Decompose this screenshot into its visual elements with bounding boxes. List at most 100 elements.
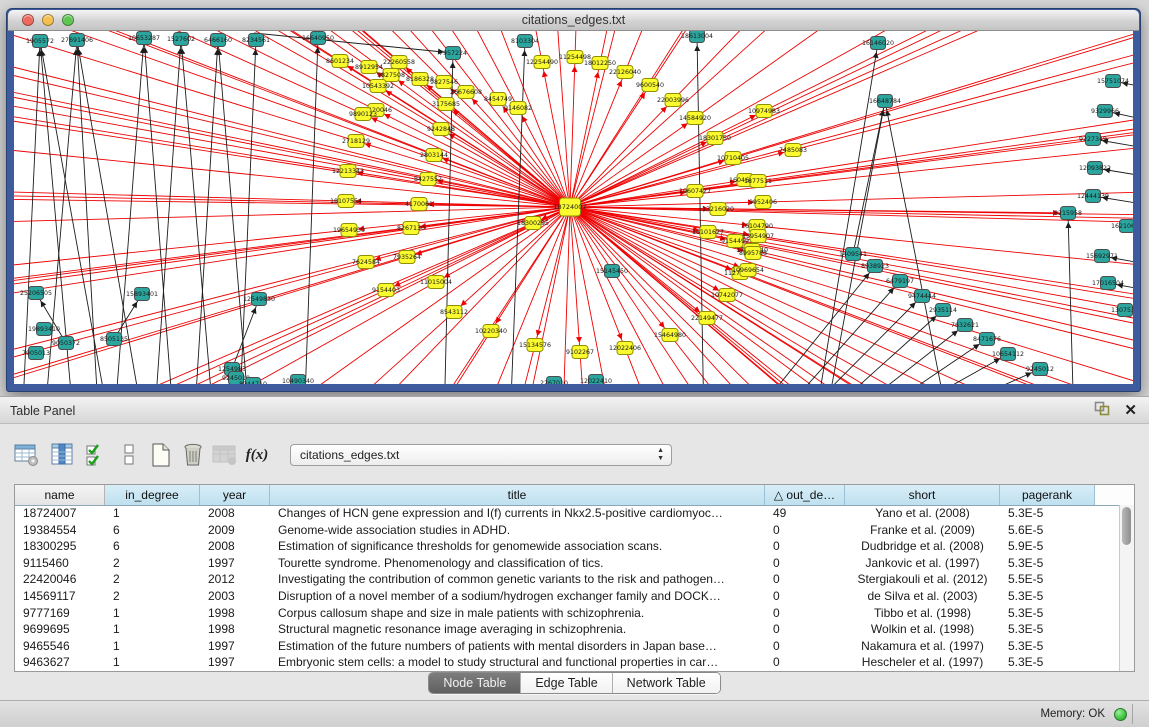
table-cell[interactable]: 5.3E-5 bbox=[1000, 654, 1095, 671]
table-cell[interactable]: 0 bbox=[765, 555, 845, 572]
table-cell[interactable]: 9699695 bbox=[15, 621, 105, 638]
table-cell[interactable]: 1997 bbox=[200, 654, 270, 671]
table-cell[interactable]: 2012 bbox=[200, 571, 270, 588]
table-cell[interactable]: 2009 bbox=[200, 522, 270, 539]
table-cell[interactable]: 9465546 bbox=[15, 638, 105, 655]
memory-ok-indicator[interactable] bbox=[1114, 708, 1127, 721]
column-header-name[interactable]: name bbox=[15, 485, 105, 505]
table-cell[interactable]: Hescheler et al. (1997) bbox=[845, 654, 1000, 671]
table-cell[interactable]: 18300295 bbox=[15, 538, 105, 555]
table-cell[interactable]: Dudbridge et al. (2008) bbox=[845, 538, 1000, 555]
table-cell[interactable]: 18724007 bbox=[15, 505, 105, 522]
table-cell[interactable]: 9777169 bbox=[15, 605, 105, 622]
table-cell[interactable]: 2003 bbox=[200, 588, 270, 605]
table-cell[interactable]: 2008 bbox=[200, 505, 270, 522]
close-panel-icon[interactable]: ✕ bbox=[1124, 402, 1137, 420]
table-cell[interactable]: Disruption of a novel member of a sodium… bbox=[270, 588, 765, 605]
table-cell[interactable]: 1 bbox=[105, 505, 200, 522]
table-mode-icon[interactable] bbox=[12, 440, 42, 470]
table-cell[interactable]: 1997 bbox=[200, 555, 270, 572]
tab-edge-table[interactable]: Edge Table bbox=[521, 673, 612, 693]
tab-node-table[interactable]: Node Table bbox=[429, 673, 521, 693]
window-titlebar[interactable]: citations_edges.txt bbox=[8, 10, 1139, 31]
table-cell[interactable]: 1 bbox=[105, 654, 200, 671]
table-row[interactable]: 1872400712008Changes of HCN gene express… bbox=[15, 505, 1119, 522]
column-header-short[interactable]: short bbox=[845, 485, 1000, 505]
table-cell[interactable]: Embryonic stem cells: a model to study s… bbox=[270, 654, 765, 671]
network-canvas[interactable]: 8601234891295422260558982750881863281054… bbox=[14, 31, 1133, 384]
table-cell[interactable]: 5.3E-5 bbox=[1000, 621, 1095, 638]
table-row[interactable]: 1830029562008Estimation of significance … bbox=[15, 538, 1119, 555]
column-header-year[interactable]: year bbox=[200, 485, 270, 505]
scrollbar-thumb[interactable] bbox=[1122, 507, 1131, 545]
column-header-in_degree[interactable]: in_degree bbox=[105, 485, 200, 505]
table-cell[interactable]: Tibbo et al. (1998) bbox=[845, 605, 1000, 622]
table-cell[interactable]: 0 bbox=[765, 621, 845, 638]
select-all-icon[interactable] bbox=[82, 440, 112, 470]
table-row[interactable]: 946362711997Embryonic stem cells: a mode… bbox=[15, 654, 1119, 671]
delete-column-icon[interactable] bbox=[178, 440, 208, 470]
table-scrollbar[interactable] bbox=[1119, 505, 1134, 671]
table-cell[interactable]: 9463627 bbox=[15, 654, 105, 671]
show-columns-icon[interactable] bbox=[48, 440, 78, 470]
table-row[interactable]: 2242004622012Investigating the contribut… bbox=[15, 571, 1119, 588]
table-cell[interactable]: 0 bbox=[765, 654, 845, 671]
table-cell[interactable]: 5.3E-5 bbox=[1000, 505, 1095, 522]
table-cell[interactable]: Franke et al. (2009) bbox=[845, 522, 1000, 539]
table-cell[interactable]: 5.9E-5 bbox=[1000, 538, 1095, 555]
column-header-out_de[interactable]: △ out_de… bbox=[765, 485, 845, 505]
new-column-icon[interactable] bbox=[146, 440, 176, 470]
tab-network-table[interactable]: Network Table bbox=[613, 673, 720, 693]
table-cell[interactable]: 1998 bbox=[200, 621, 270, 638]
table-cell[interactable]: Stergiakouli et al. (2012) bbox=[845, 571, 1000, 588]
table-row[interactable]: 1456911722003Disruption of a novel membe… bbox=[15, 588, 1119, 605]
table-cell[interactable]: 1997 bbox=[200, 638, 270, 655]
table-row[interactable]: 911546021997Tourette syndrome. Phenomeno… bbox=[15, 555, 1119, 572]
table-cell[interactable]: 2008 bbox=[200, 538, 270, 555]
table-cell[interactable]: 0 bbox=[765, 571, 845, 588]
table-cell[interactable]: Structural magnetic resonance image aver… bbox=[270, 621, 765, 638]
function-builder-icon[interactable]: f(x) bbox=[242, 440, 272, 470]
table-cell[interactable]: Nakamura et al. (1997) bbox=[845, 638, 1000, 655]
table-cell[interactable]: de Silva et al. (2003) bbox=[845, 588, 1000, 605]
table-cell[interactable]: 2 bbox=[105, 555, 200, 572]
table-cell[interactable]: Genome-wide association studies in ADHD. bbox=[270, 522, 765, 539]
table-cell[interactable]: 19384554 bbox=[15, 522, 105, 539]
unselect-all-icon[interactable] bbox=[114, 440, 144, 470]
column-header-title[interactable]: title bbox=[270, 485, 765, 505]
table-cell[interactable]: 5.5E-5 bbox=[1000, 571, 1095, 588]
table-cell[interactable]: 2 bbox=[105, 588, 200, 605]
table-cell[interactable]: 5.3E-5 bbox=[1000, 638, 1095, 655]
column-header-pagerank[interactable]: pagerank bbox=[1000, 485, 1095, 505]
table-cell[interactable]: Tourette syndrome. Phenomenology and cla… bbox=[270, 555, 765, 572]
table-cell[interactable]: 0 bbox=[765, 522, 845, 539]
table-cell[interactable]: Changes of HCN gene expression and I(f) … bbox=[270, 505, 765, 522]
table-cell[interactable]: 22420046 bbox=[15, 571, 105, 588]
table-cell[interactable]: Wolkin et al. (1998) bbox=[845, 621, 1000, 638]
table-cell[interactable]: 49 bbox=[765, 505, 845, 522]
table-row[interactable]: 969969511998Structural magnetic resonanc… bbox=[15, 621, 1119, 638]
table-cell[interactable]: 1 bbox=[105, 605, 200, 622]
table-cell[interactable]: 1 bbox=[105, 638, 200, 655]
table-row[interactable]: 1938455462009Genome-wide association stu… bbox=[15, 522, 1119, 539]
table-cell[interactable]: Yano et al. (2008) bbox=[845, 505, 1000, 522]
table-cell[interactable]: 5.3E-5 bbox=[1000, 588, 1095, 605]
table-cell[interactable]: Estimation of the future numbers of pati… bbox=[270, 638, 765, 655]
table-cell[interactable]: 0 bbox=[765, 605, 845, 622]
table-cell[interactable]: 5.6E-5 bbox=[1000, 522, 1095, 539]
table-cell[interactable]: 6 bbox=[105, 522, 200, 539]
table-cell[interactable]: 14569117 bbox=[15, 588, 105, 605]
table-select-dropdown[interactable]: citations_edges.txt ▲▼ bbox=[290, 444, 672, 466]
table-cell[interactable]: 9115460 bbox=[15, 555, 105, 572]
table-cell[interactable]: 6 bbox=[105, 538, 200, 555]
table-cell[interactable]: 0 bbox=[765, 538, 845, 555]
table-cell[interactable]: 0 bbox=[765, 588, 845, 605]
table-cell[interactable]: 1998 bbox=[200, 605, 270, 622]
table-row[interactable]: 946554611997Estimation of the future num… bbox=[15, 638, 1119, 655]
table-cell[interactable]: 0 bbox=[765, 638, 845, 655]
table-row[interactable]: 977716911998Corpus callosum shape and si… bbox=[15, 605, 1119, 622]
float-panel-icon[interactable] bbox=[1094, 401, 1110, 421]
table-cell[interactable]: 2 bbox=[105, 571, 200, 588]
table-cell[interactable]: 5.3E-5 bbox=[1000, 605, 1095, 622]
table-cell[interactable]: Estimation of significance thresholds fo… bbox=[270, 538, 765, 555]
